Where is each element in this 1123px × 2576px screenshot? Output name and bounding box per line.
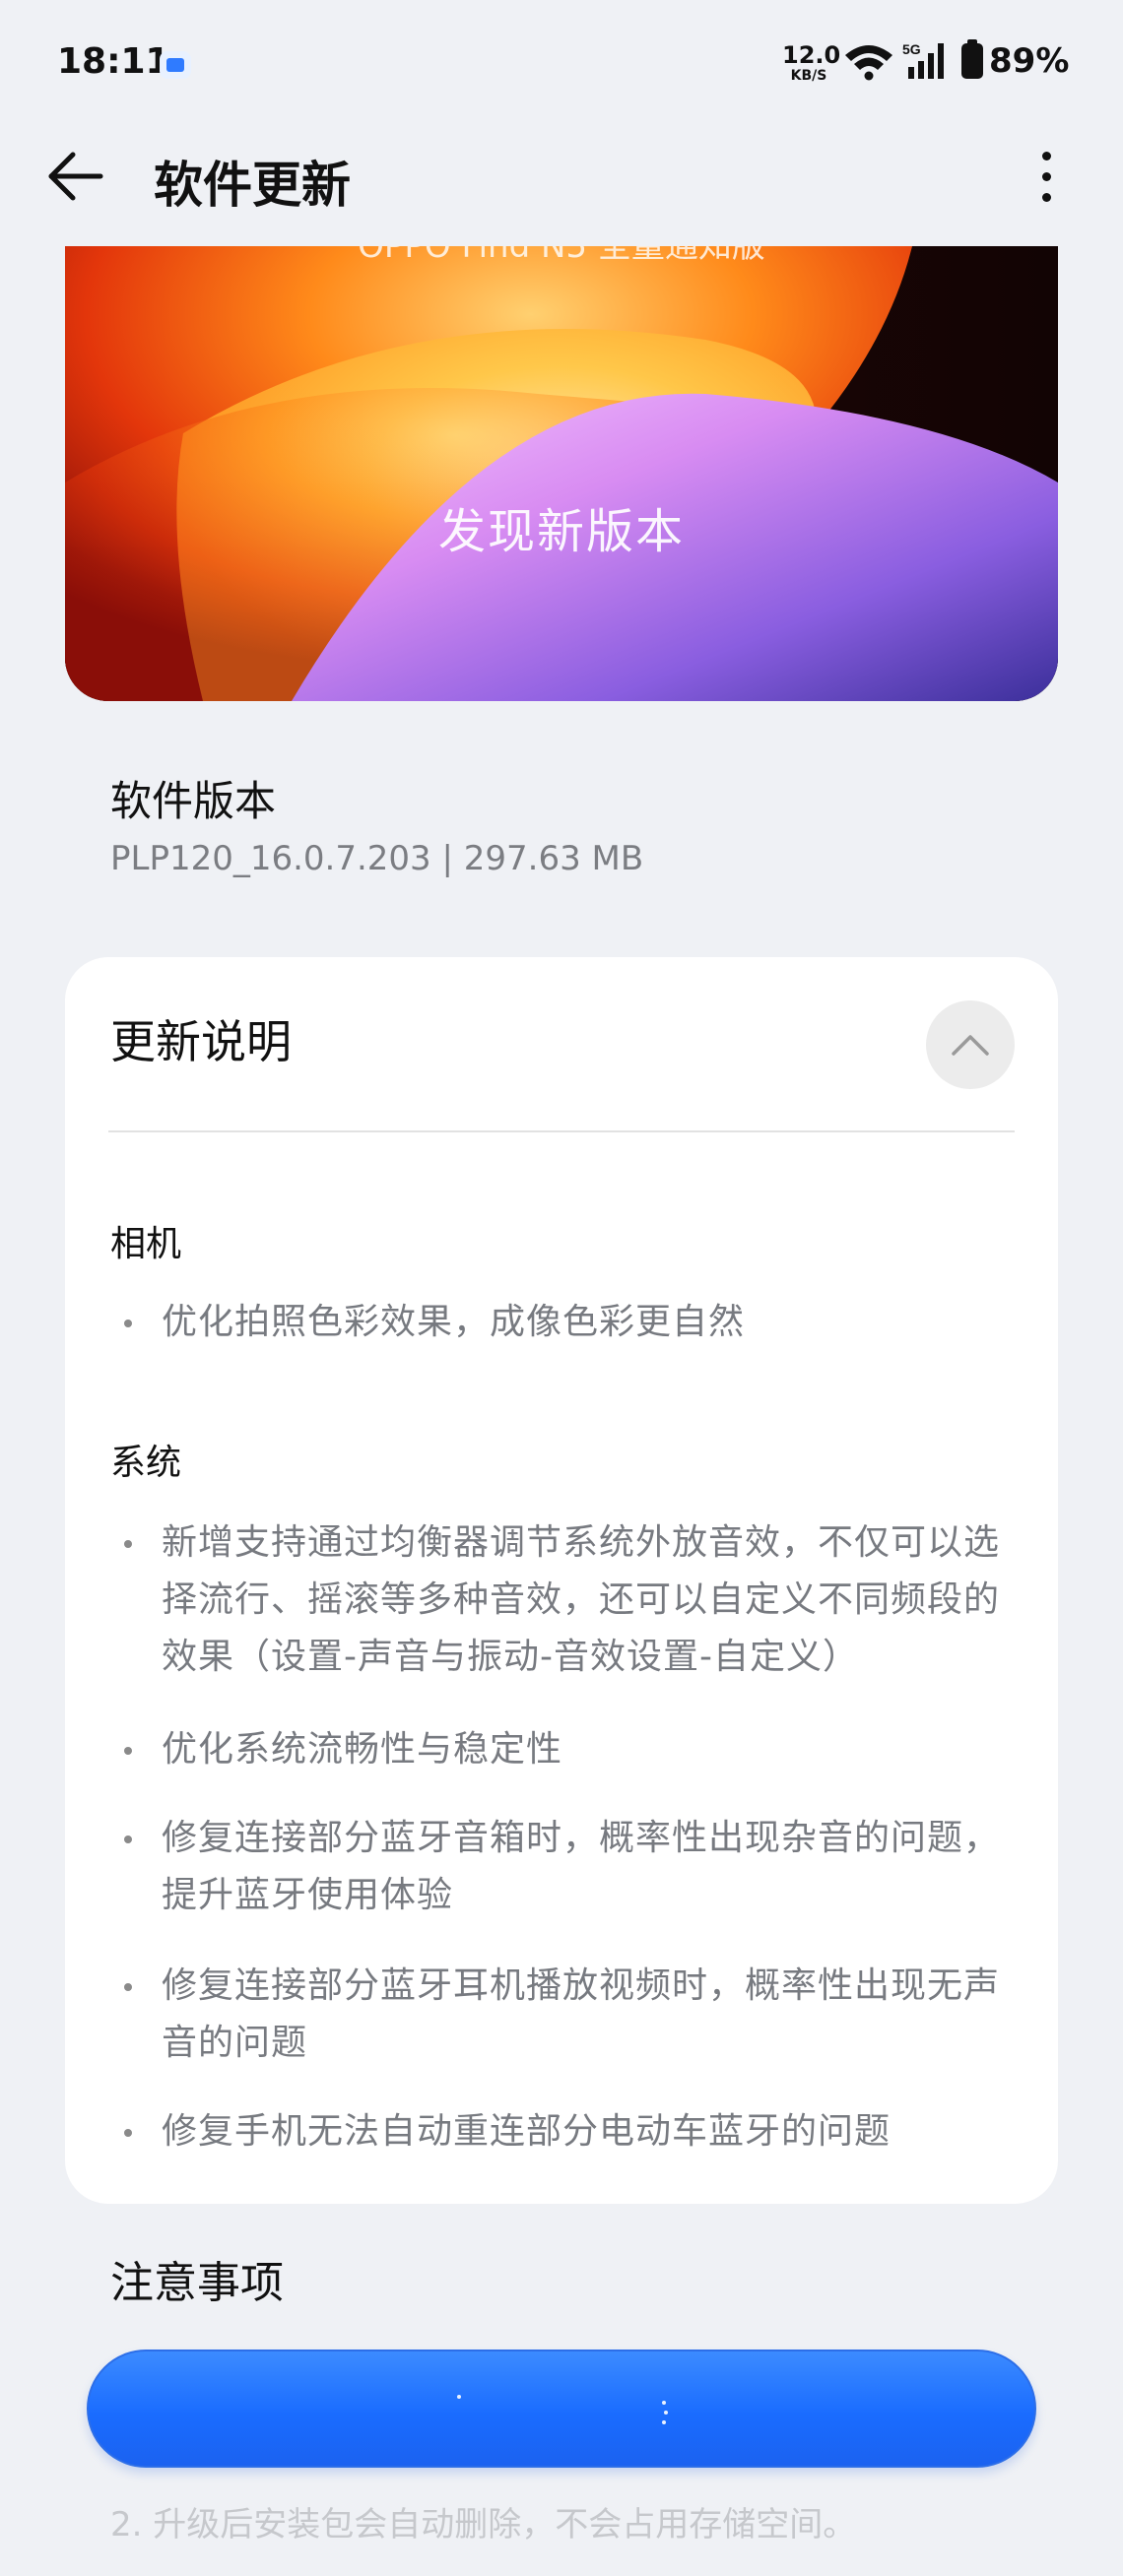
list-item-text: 优化系统流畅性与稳定性 [162,1729,563,1770]
section-title-system: 系统 [110,1443,182,1483]
wifi-icon [845,45,892,81]
list-item-text: 修复手机无法自动重连部分电动车蓝牙的问题 [162,2111,892,2152]
chevron-up-icon [952,1035,989,1056]
bullet-dot [124,1835,132,1843]
back-arrow-icon[interactable] [43,144,108,209]
bullet-dot [124,1540,132,1548]
hero-title: 发现新版本 [437,504,685,559]
collapse-button[interactable] [926,1000,1015,1089]
precautions-item: 2. 升级后安装包会自动删除，不会占用存储空间。 [110,2505,857,2544]
precautions-title: 注意事项 [110,2258,284,2308]
status-bar: 18:11 12.0 KB/S 5G 89% [0,0,1123,128]
loading-indicator [457,2395,461,2399]
list-item-text: 修复连接部分蓝牙音箱时，概率性出现杂音的问题，提升蓝牙使用体验 [162,1818,1001,1915]
bullet-dot [124,1983,132,1991]
notification-app-icon [160,51,191,79]
hero-cutoff-text: OPPO Find N5 全量通知版 [358,246,765,266]
bullet-dot [124,1320,132,1327]
bullet-dot [124,2129,132,2137]
hero-artwork [65,246,1058,701]
network-type-label: 5G [902,41,921,57]
loading-indicator [664,2411,668,2415]
software-version-label: 软件版本 [110,777,277,825]
section-title-camera: 相机 [110,1224,182,1264]
list-item-text: 新增支持通过均衡器调节系统外放音效，不仅可以选择流行、摇滚等多种音效，还可以自定… [162,1522,1001,1677]
more-vertical-icon[interactable] [1024,146,1068,209]
network-speed-value: 12.0 [782,41,841,69]
loading-indicator [662,2420,666,2424]
network-speed: 12.0 KB/S [782,41,841,84]
page-title: 软件更新 [154,157,351,214]
bullet-dot [124,1747,132,1755]
release-notes-card: 更新说明 相机 优化拍照色彩效果，成像色彩更自然 系统 新增支持通过均衡器调节系… [65,957,1058,2204]
list-item-text: 修复连接部分蓝牙耳机播放视频时，概率性出现无声音的问题 [162,1965,1001,2063]
battery-icon [961,39,983,79]
hero-banner: OPPO Find N5 全量通知版 发现新版本 [65,246,1058,701]
list-item-text: 优化拍照色彩效果，成像色彩更自然 [162,1302,746,1342]
status-time: 18:11 [57,41,170,82]
release-notes-title: 更新说明 [110,1015,292,1068]
cellular-signal-icon: 5G [902,41,944,79]
battery-level: 89% [989,41,1070,81]
divider [108,1130,1015,1132]
software-version-value: PLP120_16.0.7.203 | 297.63 MB [110,839,644,878]
loading-indicator [662,2401,666,2405]
update-button[interactable] [87,2350,1036,2468]
network-speed-unit: KB/S [790,68,827,84]
